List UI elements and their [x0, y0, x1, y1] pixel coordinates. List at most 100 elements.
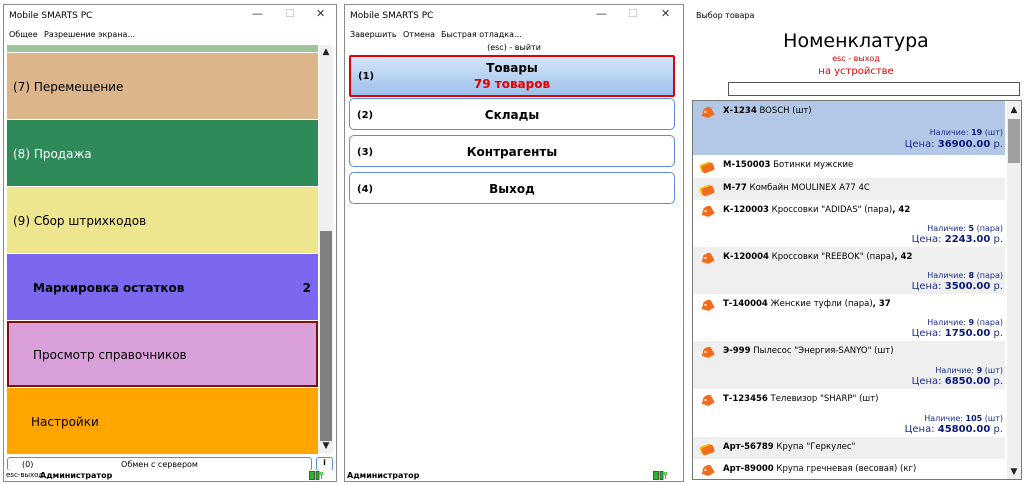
status-esc: esc-выход — [6, 471, 44, 479]
tile-label: Маркировка остатков — [33, 281, 185, 295]
info-label: i — [323, 458, 326, 467]
product-row[interactable]: Т-123456 Телевизор "SHARP" (шт) Наличие:… — [693, 389, 1005, 437]
tile-label: Просмотр справочников — [33, 348, 187, 362]
titlebar: Mobile SMARTS PC — ☐ ✕ — [4, 5, 336, 27]
titlebar: Mobile SMARTS PC — ☐ ✕ — [345, 5, 683, 27]
product-stock: Наличие: 8 (пара) — [927, 271, 1003, 280]
product-row[interactable]: Арт-89000 Крупа гречневая (весовая) (кг) — [693, 459, 1005, 479]
window-directories: Mobile SMARTS PC — ☐ ✕ Завершить Отмена … — [344, 4, 684, 482]
price-tags-icon — [699, 184, 715, 196]
goods-button[interactable]: (1) Товары 79 товаров — [349, 55, 675, 97]
close-icon[interactable]: ✕ — [316, 7, 325, 20]
product-title: Х-1234 BOSCH (шт) — [723, 106, 812, 116]
price-tag-icon — [701, 347, 715, 358]
product-price: Цена: 45800.00 р. — [904, 424, 1003, 435]
product-row[interactable]: Т-140004 Женские туфли (пара), 37 Наличи… — [693, 294, 1005, 341]
product-stock: Наличие: 9 (шт) — [935, 366, 1003, 375]
window-title: Mobile SMARTS PC — [350, 11, 434, 21]
product-title: Арт-89000 Крупа гречневая (весовая) (кг) — [723, 464, 917, 474]
tile-stock-marking[interactable]: Маркировка остатков 2 — [7, 254, 318, 320]
window-product-select: Выбор товара Номенклатура esc - выход на… — [690, 4, 1022, 482]
esc-hint: (esc) - выйти — [487, 43, 541, 52]
button-label: Контрагенты — [466, 145, 558, 159]
product-title: К-120004 Кроссовки "REEBOK" (пара), 42 — [723, 252, 913, 262]
product-row[interactable]: Арт-56789 Крупа "Геркулес" — [693, 437, 1005, 459]
menubar: Завершить Отмена Быстрая отладка... — [345, 28, 683, 42]
info-button[interactable]: i — [316, 457, 333, 471]
close-icon[interactable]: ✕ — [661, 7, 670, 20]
menu-general[interactable]: Общее — [9, 30, 38, 39]
product-row[interactable]: К-120004 Кроссовки "REEBOK" (пара), 42 Н… — [693, 247, 1005, 294]
button-label: Товары — [486, 61, 538, 75]
product-title: К-120003 Кроссовки "ADIDAS" (пара), 42 — [723, 205, 911, 215]
maximize-icon[interactable]: ☐ — [628, 7, 638, 20]
product-row[interactable]: Х-1234 BOSCH (шт) Наличие: 19 (шт) Цена:… — [693, 101, 1005, 155]
tile-label: (8) Продажа — [13, 147, 92, 161]
tile-barcode-scan[interactable]: (9) Сбор штрихкодов — [7, 187, 318, 253]
product-title: Э-999 Пылесос "Энергия-SANYO" (шт) — [723, 346, 894, 356]
product-title: М-150003 Ботинки мужские — [723, 160, 854, 170]
status-user: Администратор — [347, 471, 420, 480]
status-user: Администратор — [40, 471, 113, 480]
product-stock: Наличие: 105 (шт) — [924, 414, 1003, 423]
product-list: Х-1234 BOSCH (шт) Наличие: 19 (шт) Цена:… — [692, 100, 1022, 480]
tile-label: (9) Сбор штрихкодов — [13, 214, 147, 228]
product-stock: Наличие: 19 (шт) — [929, 128, 1003, 137]
price-tag-icon — [701, 107, 715, 118]
search-input[interactable] — [728, 82, 1020, 96]
product-row[interactable]: М-150003 Ботинки мужские — [693, 155, 1005, 178]
product-title: Т-123456 Телевизор "SHARP" (шт) — [723, 394, 879, 404]
tile-label: Настройки — [31, 415, 99, 429]
statusbar: Администратор — [345, 470, 683, 481]
battery-icon — [309, 471, 323, 480]
scroll-down-icon[interactable]: ▼ — [319, 439, 333, 453]
scrollbar[interactable]: ▲ ▼ — [1007, 101, 1021, 479]
tile-sale[interactable]: (8) Продажа — [7, 120, 318, 186]
esc-hint: esc - выход — [832, 54, 880, 63]
statusbar: esc-выход Администратор — [4, 470, 336, 481]
scroll-thumb[interactable] — [1008, 119, 1020, 163]
tile-badge: 2 — [302, 281, 311, 295]
minimize-icon[interactable]: — — [252, 7, 263, 20]
product-title: Арт-56789 Крупа "Геркулес" — [723, 442, 856, 452]
window-title: Выбор товара — [696, 11, 755, 20]
window-main-menu: Mobile SMARTS PC — ☐ ✕ Общее Разрешение … — [3, 4, 337, 482]
scrollbar[interactable]: ▲ ▼ — [319, 45, 333, 453]
product-stock: Наличие: 5 (пара) — [927, 224, 1003, 233]
product-title: М-77 Комбайн MOULINEX A77 4C — [723, 183, 870, 193]
product-price: Цена: 6850.00 р. — [911, 376, 1003, 387]
button-label: Выход — [489, 182, 535, 196]
tile-view-catalogs[interactable]: Просмотр справочников — [7, 321, 318, 387]
product-row[interactable]: К-120003 Кроссовки "ADIDAS" (пара), 42 Н… — [693, 200, 1005, 247]
price-tag-icon — [701, 206, 715, 217]
scroll-down-icon[interactable]: ▼ — [1007, 465, 1021, 479]
scroll-thumb[interactable] — [320, 231, 332, 441]
server-sync-label: Обмен с сервером — [121, 460, 198, 469]
counterparties-button[interactable]: (3) Контрагенты — [349, 135, 675, 167]
price-tags-icon — [699, 443, 715, 455]
menu-quick-debug[interactable]: Быстрая отладка... — [441, 30, 522, 39]
price-tags-icon — [699, 161, 715, 173]
menu-screen-resolution[interactable]: Разрешение экрана... — [44, 30, 135, 39]
product-price: Цена: 36900.00 р. — [904, 139, 1003, 150]
product-price: Цена: 1750.00 р. — [911, 328, 1003, 339]
minimize-icon[interactable]: — — [596, 7, 607, 20]
scroll-up-icon[interactable]: ▲ — [319, 45, 333, 59]
device-label: на устройстве — [818, 66, 894, 77]
server-sync-button[interactable]: (0) Обмен с сервером — [7, 457, 312, 471]
maximize-icon[interactable]: ☐ — [285, 7, 295, 20]
menu-cancel[interactable]: Отмена — [403, 30, 435, 39]
menu-top-strip — [7, 45, 318, 52]
product-row[interactable]: М-77 Комбайн MOULINEX A77 4C — [693, 178, 1005, 200]
product-row[interactable]: Э-999 Пылесос "Энергия-SANYO" (шт) Налич… — [693, 341, 1005, 389]
tile-settings[interactable]: Настройки — [7, 388, 318, 454]
warehouses-button[interactable]: (2) Склады — [349, 98, 675, 130]
window-title: Mobile SMARTS PC — [9, 11, 93, 21]
menubar: Общее Разрешение экрана... — [4, 28, 336, 42]
price-tag-icon — [701, 300, 715, 311]
exit-button[interactable]: (4) Выход — [349, 172, 675, 204]
menu-finish[interactable]: Завершить — [350, 30, 397, 39]
scroll-up-icon[interactable]: ▲ — [1007, 103, 1021, 117]
product-stock: Наличие: 9 (пара) — [927, 318, 1003, 327]
tile-transfer[interactable]: (7) Перемещение — [7, 53, 318, 119]
